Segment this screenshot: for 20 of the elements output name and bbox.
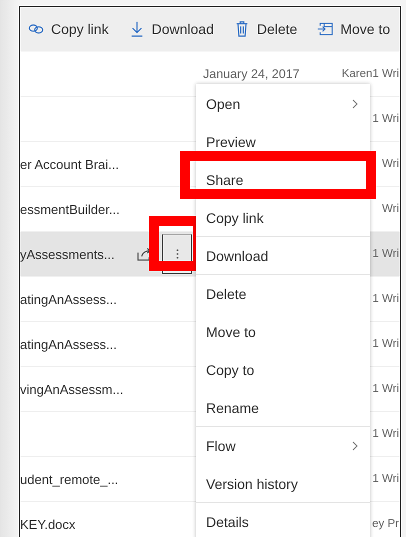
author-name: 1 Wri	[372, 428, 399, 440]
author-name: 1 Wri	[372, 338, 399, 350]
file-name: KEY.docx	[20, 516, 76, 532]
author-name: 1 Wri	[372, 293, 399, 305]
file-name: atingAnAssess...	[20, 336, 117, 352]
file-name: er Account Brai...	[20, 156, 119, 172]
file-name: yAssessments...	[20, 246, 115, 262]
file-name: essmentBuilder...	[20, 202, 120, 216]
file-name: atingAnAssess...	[20, 292, 117, 306]
file-name: udent_remote_...	[20, 472, 118, 486]
author-name: 1 Wri	[372, 248, 399, 260]
author-name: Karen1 Wri	[342, 68, 399, 80]
modified-date: January 24, 2017	[203, 67, 300, 81]
author-name: 1 Wri	[372, 383, 399, 395]
author-name: Wri	[382, 203, 399, 215]
author-name: 1 Wri	[372, 473, 399, 485]
file-name: vingAnAssessm...	[20, 382, 124, 396]
author-name: 1 Wri	[372, 113, 399, 125]
author-name: ey Pr	[372, 518, 399, 530]
author-name: Wri	[382, 158, 399, 170]
